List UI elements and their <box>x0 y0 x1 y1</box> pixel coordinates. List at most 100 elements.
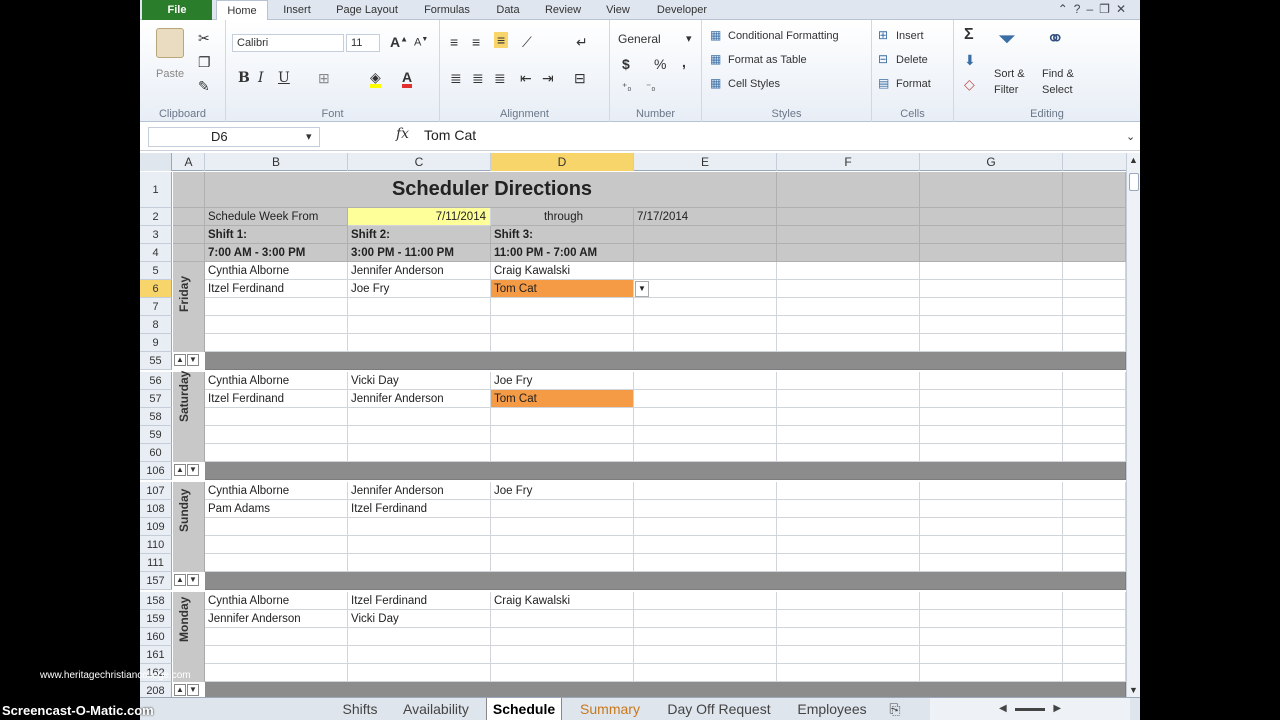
week-from-date[interactable]: 7/11/2014 <box>348 208 491 226</box>
row-header[interactable]: 111 <box>140 554 172 572</box>
cell[interactable] <box>1063 298 1126 316</box>
row-header[interactable]: 6 <box>140 280 172 298</box>
column-header-a[interactable]: A <box>173 153 205 171</box>
cell[interactable] <box>777 554 920 572</box>
row-header[interactable]: 7 <box>140 298 172 316</box>
paste-button[interactable]: Paste <box>156 68 184 80</box>
group-toggle-buttons[interactable]: ▲ ▼ <box>174 574 200 586</box>
font-size-box[interactable]: 11 <box>346 34 380 52</box>
sheet-tab-schedule[interactable]: Schedule <box>486 698 562 720</box>
row-header[interactable]: 4 <box>140 244 172 262</box>
cell[interactable] <box>1063 226 1126 244</box>
copy-icon[interactable]: ❐ <box>198 54 211 71</box>
window-controls[interactable]: ⌃?–❐✕ <box>1058 2 1132 16</box>
cell[interactable] <box>348 536 491 554</box>
autosum-button[interactable]: Σ <box>964 26 974 44</box>
cell[interactable] <box>205 536 348 554</box>
cell[interactable] <box>777 536 920 554</box>
employee-cell[interactable]: Vicki Day <box>348 610 491 628</box>
employee-cell[interactable]: Joe Fry <box>491 372 634 390</box>
row-header[interactable]: 158 <box>140 592 172 610</box>
row-header[interactable]: 2 <box>140 208 172 226</box>
cell[interactable] <box>920 518 1063 536</box>
cell[interactable] <box>920 646 1063 664</box>
cell[interactable] <box>1063 334 1126 352</box>
cell[interactable] <box>491 536 634 554</box>
cell[interactable] <box>777 244 920 262</box>
tab-view[interactable]: View <box>596 0 640 20</box>
cell[interactable] <box>634 536 777 554</box>
employee-cell[interactable]: Cynthia Alborne <box>205 262 348 280</box>
cell[interactable] <box>1063 316 1126 334</box>
expand-up-icon[interactable]: ▲ <box>174 354 186 366</box>
shift-3-label[interactable]: Shift 3: <box>491 226 634 244</box>
restore-icon[interactable]: ❐ <box>1099 2 1116 16</box>
cell[interactable] <box>491 500 634 518</box>
cell[interactable] <box>1063 262 1126 280</box>
cell[interactable] <box>348 444 491 462</box>
cell[interactable] <box>777 482 920 500</box>
cell[interactable] <box>634 500 777 518</box>
column-header-f[interactable]: F <box>777 153 920 171</box>
cell[interactable] <box>491 554 634 572</box>
row-header[interactable]: 59 <box>140 426 172 444</box>
column-header-b[interactable]: B <box>205 153 348 171</box>
cell[interactable] <box>777 334 920 352</box>
insert-cells-icon[interactable]: ⊞ <box>878 28 888 42</box>
italic-button[interactable]: I <box>258 70 264 86</box>
currency-button[interactable]: $ <box>622 56 630 72</box>
cell[interactable] <box>920 226 1063 244</box>
bold-button[interactable]: B <box>238 70 250 86</box>
insert-function-button[interactable]: fx <box>396 126 409 142</box>
cell[interactable] <box>920 298 1063 316</box>
cell[interactable] <box>777 628 920 646</box>
row-header[interactable]: 107 <box>140 482 172 500</box>
cell[interactable] <box>634 280 777 298</box>
cell[interactable] <box>348 298 491 316</box>
employee-cell[interactable]: Itzel Ferdinand <box>348 592 491 610</box>
paste-icon[interactable] <box>156 28 184 58</box>
tab-data[interactable]: Data <box>486 0 530 20</box>
shift-2-time[interactable]: 3:00 PM - 11:00 PM <box>348 244 491 262</box>
cell[interactable] <box>920 390 1063 408</box>
cell[interactable] <box>920 500 1063 518</box>
delete-cells-button[interactable]: Delete <box>896 54 928 66</box>
cell[interactable] <box>205 554 348 572</box>
cell[interactable] <box>1063 426 1126 444</box>
cell-styles-icon[interactable]: ▦ <box>710 76 721 90</box>
cell[interactable] <box>920 280 1063 298</box>
cell[interactable] <box>1063 244 1126 262</box>
align-top-icon[interactable]: ≡ <box>450 34 458 50</box>
cell[interactable] <box>173 172 205 208</box>
row-header[interactable]: 161 <box>140 646 172 664</box>
wrap-text-icon[interactable]: ↵ <box>576 34 588 51</box>
row-header[interactable]: 110 <box>140 536 172 554</box>
align-right-icon[interactable]: ≣ <box>494 70 506 87</box>
cell[interactable] <box>173 208 205 226</box>
row-header[interactable]: 9 <box>140 334 172 352</box>
decrease-decimal-icon[interactable]: ⁻₀ <box>646 82 655 93</box>
worksheet-grid[interactable]: A B C D E F G 1 Scheduler Directions 2 S… <box>140 153 1126 697</box>
employee-cell[interactable]: Itzel Ferdinand <box>205 390 348 408</box>
cell[interactable] <box>1063 172 1126 208</box>
align-bottom-icon[interactable]: ≡ <box>494 32 509 48</box>
cell[interactable] <box>777 262 920 280</box>
employee-cell[interactable]: Tom Cat <box>491 390 634 408</box>
grow-font-icon[interactable]: A▲ <box>390 34 408 50</box>
cell[interactable] <box>920 610 1063 628</box>
cell[interactable] <box>1063 500 1126 518</box>
column-header-e[interactable]: E <box>634 153 777 171</box>
cell[interactable] <box>173 226 205 244</box>
cell[interactable] <box>777 316 920 334</box>
orientation-icon[interactable]: ⟋ <box>522 34 532 51</box>
tab-page-layout[interactable]: Page Layout <box>326 0 408 20</box>
cell[interactable] <box>777 372 920 390</box>
clear-icon[interactable]: ◇ <box>964 76 975 93</box>
cell[interactable] <box>173 244 205 262</box>
cell[interactable] <box>634 408 777 426</box>
insert-cells-button[interactable]: Insert <box>896 30 924 42</box>
font-color-icon[interactable]: A <box>402 70 413 88</box>
day-label-band[interactable]: Sunday <box>173 482 205 572</box>
cell[interactable] <box>777 518 920 536</box>
collapse-down-icon[interactable]: ▼ <box>187 684 199 696</box>
